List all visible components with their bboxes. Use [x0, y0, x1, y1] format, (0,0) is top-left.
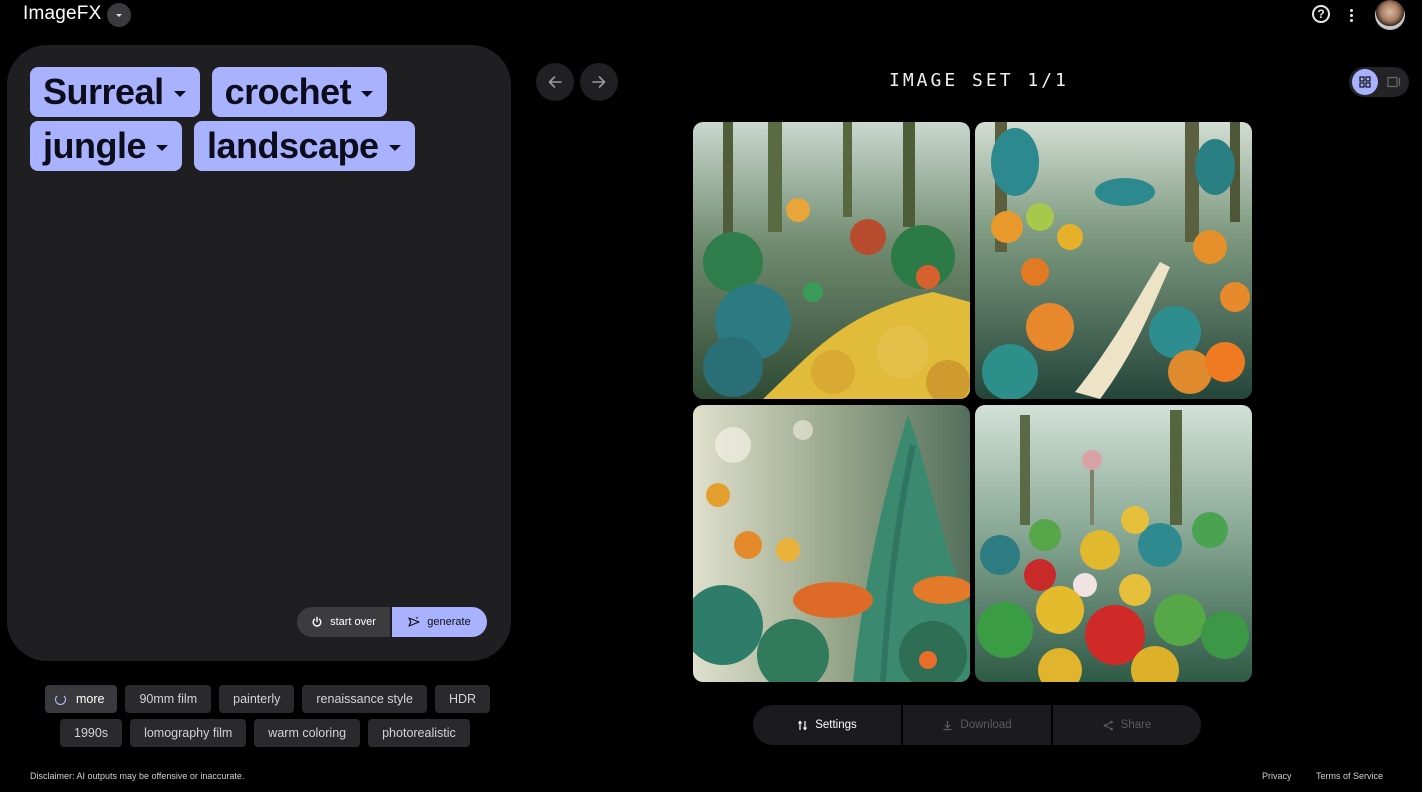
- prompt-chip-landscape[interactable]: landscape: [194, 121, 415, 171]
- suggestion-chip[interactable]: HDR: [434, 685, 491, 713]
- next-set-button[interactable]: [580, 63, 618, 101]
- image-grid: [693, 122, 1252, 682]
- prompt-row: jungle landscape: [30, 121, 415, 171]
- tune-icon: [798, 720, 808, 730]
- generate-label: generate: [427, 616, 471, 628]
- more-vert-icon[interactable]: [1344, 5, 1358, 25]
- grid-view-button[interactable]: [1352, 69, 1378, 95]
- view-toggle: [1349, 67, 1409, 97]
- image-set-title: IMAGE SET 1/1: [889, 70, 1069, 91]
- refresh-icon: [55, 693, 66, 705]
- suggestion-chip[interactable]: 1990s: [60, 719, 123, 747]
- prompt-chip-surreal[interactable]: Surreal: [30, 67, 200, 117]
- single-view-button[interactable]: [1381, 69, 1407, 95]
- prompt-chip-crochet[interactable]: crochet: [211, 67, 388, 117]
- prompt-chip-jungle[interactable]: jungle: [30, 121, 182, 171]
- share-icon: [1103, 720, 1113, 730]
- download-button[interactable]: Download: [903, 705, 1051, 745]
- suggestion-row: more 90mm film painterly renaissance sty…: [45, 685, 491, 713]
- share-label: Share: [1120, 719, 1152, 731]
- top-bar: ImageFX ?: [0, 0, 1422, 30]
- power-icon: [312, 616, 322, 627]
- caret-down-icon: [388, 144, 401, 151]
- app-switcher-button[interactable]: [107, 3, 131, 27]
- generated-image-2[interactable]: [975, 122, 1252, 399]
- suggestion-chip[interactable]: renaissance style: [302, 685, 427, 713]
- avatar[interactable]: [1375, 0, 1405, 30]
- share-button[interactable]: Share: [1053, 705, 1201, 745]
- settings-label: Settings: [815, 719, 857, 731]
- app-title[interactable]: ImageFX: [23, 3, 102, 25]
- prompt-row: Surreal crochet: [30, 67, 388, 117]
- generated-image-1[interactable]: [693, 122, 970, 399]
- generate-button[interactable]: generate: [392, 607, 487, 637]
- send-sparkle-icon: [408, 616, 420, 627]
- caret-down-icon: [156, 144, 168, 151]
- start-over-label: start over: [330, 616, 376, 628]
- suggestion-chip[interactable]: warm coloring: [254, 719, 361, 747]
- previous-set-button[interactable]: [536, 63, 574, 101]
- privacy-link[interactable]: Privacy: [1262, 771, 1292, 781]
- arrow-forward-icon: [592, 76, 606, 88]
- suggestion-chip[interactable]: 90mm film: [125, 685, 212, 713]
- prompt-actions: start over generate: [297, 607, 487, 637]
- prompt-chip-label: jungle: [43, 125, 147, 166]
- disclaimer: Disclaimer: AI outputs may be offensive …: [30, 771, 245, 781]
- download-icon: [943, 720, 952, 730]
- arrow-back-icon: [548, 76, 562, 88]
- prompt-chip-label: landscape: [207, 125, 379, 166]
- generated-image-3[interactable]: [693, 405, 970, 682]
- caret-down-icon: [361, 90, 374, 97]
- prompt-panel: Surreal crochet jungle landscape start o…: [7, 45, 511, 661]
- suggestion-chip[interactable]: painterly: [219, 685, 295, 713]
- prompt-chip-label: Surreal: [43, 71, 164, 112]
- suggestion-chip[interactable]: lomography film: [130, 719, 247, 747]
- suggestion-row: 1990s lomography film warm coloring phot…: [60, 719, 470, 747]
- single-view-icon: [1387, 76, 1401, 88]
- caret-down-icon: [173, 90, 186, 97]
- chevron-down-icon: [116, 13, 122, 17]
- help-icon[interactable]: ?: [1312, 5, 1330, 23]
- more-label: more: [76, 692, 105, 706]
- prompt-chip-label: crochet: [224, 71, 352, 112]
- start-over-button[interactable]: start over: [297, 607, 390, 637]
- settings-button[interactable]: Settings: [753, 705, 901, 745]
- download-label: Download: [960, 719, 1012, 731]
- suggestion-chip[interactable]: photorealistic: [368, 719, 470, 747]
- terms-link[interactable]: Terms of Service: [1316, 771, 1383, 781]
- grid-view-icon: [1359, 76, 1371, 88]
- more-suggestions-button[interactable]: more: [45, 685, 118, 713]
- image-action-bar: Settings Download Share: [753, 705, 1201, 745]
- generated-image-4[interactable]: [975, 405, 1252, 682]
